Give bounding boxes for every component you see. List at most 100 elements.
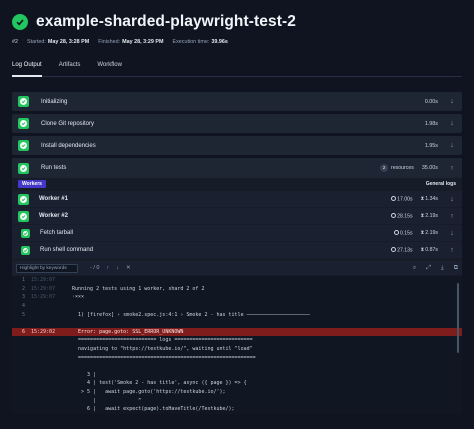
- log-text: ========================================…: [72, 354, 256, 361]
- log-line-error: 6 15:29:02 Error: page.goto: SSL_ERROR_UN…: [12, 327, 462, 337]
- clock-icon: [391, 195, 397, 201]
- run-number: #2: [12, 39, 18, 45]
- tab-bar: Log Output Artifacts Workflow: [12, 62, 462, 77]
- workers-tab[interactable]: Workers: [18, 179, 46, 188]
- check-icon: [18, 193, 29, 205]
- arrow-down-icon[interactable]: ↓: [448, 142, 456, 149]
- arrow-down-icon[interactable]: ↓: [448, 98, 456, 105]
- log-timestamp: 15:29:07: [31, 285, 56, 292]
- started-time: May 28, 3:28 PM: [47, 39, 90, 45]
- log-line: 2 15:29:07 Running 2 tests using 1 worker,…: [12, 285, 462, 294]
- log-text: 4 | test('Smoke 2 - has title', async ({…: [72, 380, 247, 387]
- log-toolbar: Highlight by keywords - / 0 ↑ ↓ ✕ ⌕ ⤢ ⤓ …: [12, 261, 462, 275]
- log-line: 3 15:29:07 ·×××: [12, 293, 462, 302]
- step-initializing[interactable]: Initializing 0.00s ↓: [12, 92, 462, 111]
- arrow-up-icon[interactable]: ↑: [448, 165, 456, 172]
- log-line: navigating to "https://testkube.io/", wa…: [12, 345, 462, 354]
- log-text: Running 2 tests using 1 worker, shard 2 …: [72, 285, 205, 292]
- finished-time: May 28, 3:29 PM: [122, 39, 164, 45]
- log-text: > 5 | await page.goto('https://testkube.…: [72, 389, 226, 396]
- close-icon[interactable]: ✕: [126, 265, 131, 271]
- arrow-up-icon[interactable]: ↑: [448, 247, 456, 254]
- log-line: 5 1) [firefox] › smoke2.spec.js:4:1 › Sm…: [12, 310, 462, 319]
- general-logs-link[interactable]: General logs: [426, 181, 456, 187]
- check-icon: [18, 210, 29, 222]
- arrow-down-icon[interactable]: ↓: [448, 196, 456, 203]
- step-install-deps[interactable]: Install dependencies 1.95s ↓: [12, 136, 462, 155]
- arrow-down-icon[interactable]: ↓: [116, 265, 119, 271]
- page-title: example-sharded-playwright-test-2: [36, 13, 296, 30]
- check-icon: [21, 245, 30, 255]
- log-line-number: 5: [21, 311, 25, 318]
- worker-row-1[interactable]: Worker #1 17.00s ⧗1.34s ↓: [12, 191, 462, 207]
- substep-fetch-tarball[interactable]: Fetch tarball 0.15s ⧗2.19s ↓: [12, 225, 462, 241]
- clock-icon: [391, 246, 397, 252]
- check-icon: [18, 118, 29, 129]
- arrow-down-icon[interactable]: ↓: [448, 120, 456, 127]
- log-line: ========================== logs ========…: [12, 336, 462, 345]
- step-clone-git[interactable]: Clone Git repository 1.98s ↓: [12, 114, 462, 133]
- match-counter: - / 0: [90, 265, 100, 271]
- log-line: 4 | test('Smoke 2 - has title', async ({…: [12, 379, 462, 388]
- check-icon: [18, 140, 29, 151]
- worker-row-2[interactable]: Worker #2 28.15s ⧗2.19s ↑: [12, 208, 462, 224]
- log-line-number: 6: [21, 328, 25, 335]
- log-line-number: 2: [21, 285, 25, 292]
- log-line: ========================================…: [12, 353, 462, 362]
- log-line: 7 | });: [12, 414, 462, 415]
- log-text: navigating to "https://testkube.io/", wa…: [72, 346, 253, 353]
- log-timestamp: 15:29:07: [31, 277, 56, 284]
- log-text: 6 | await expect(page).toHaveTitle(/Test…: [72, 406, 235, 413]
- hourglass-icon: ⧗: [420, 229, 425, 236]
- substep-run-shell[interactable]: Run shell command 27.13s ⧗0.87s ↑: [12, 242, 462, 258]
- log-line: 1 15:29:07: [12, 276, 462, 285]
- copy-icon[interactable]: ⧉: [454, 265, 458, 272]
- check-icon: [21, 228, 30, 238]
- hourglass-icon: ⧗: [420, 195, 425, 202]
- hourglass-icon: ⧗: [420, 212, 425, 219]
- success-status-icon: [12, 14, 28, 30]
- log-line: | ^: [12, 396, 462, 405]
- clock-icon: [391, 212, 397, 218]
- download-icon[interactable]: ⤓: [441, 265, 444, 272]
- log-text: | ^: [72, 397, 142, 404]
- tab-workflow[interactable]: Workflow: [97, 62, 122, 76]
- expand-icon[interactable]: ⤢: [426, 265, 431, 272]
- log-text: Error: page.goto: SSL_ERROR_UNKNOWN: [72, 328, 184, 335]
- keyword-search-input[interactable]: Highlight by keywords: [16, 263, 78, 273]
- resources-badge: 2 resources: [380, 164, 414, 172]
- log-text: 1) [firefox] › smoke2.spec.js:4:1 › Smok…: [72, 311, 310, 318]
- run-tests-panel: Run tests 2 resources 35.00s ↑ Workers G…: [12, 158, 462, 414]
- arrow-down-icon[interactable]: ↓: [448, 230, 456, 237]
- log-line-number: 4: [21, 303, 25, 310]
- log-line: 6 | await expect(page).toHaveTitle(/Test…: [12, 405, 462, 414]
- arrow-up-icon[interactable]: ↑: [106, 265, 109, 271]
- log-text: ========================== logs ========…: [72, 337, 253, 344]
- log-timestamp: 15:29:07: [31, 294, 56, 301]
- execution-meta: #2 Started: May 28, 3:28 PM Finished: May …: [12, 39, 228, 45]
- log-line-number: 3: [21, 294, 25, 301]
- log-text: ·×××: [72, 294, 85, 301]
- search-icon[interactable]: ⌕: [413, 265, 416, 272]
- check-icon: [18, 162, 29, 174]
- check-icon: [18, 96, 29, 107]
- tab-log-output[interactable]: Log Output: [12, 62, 42, 77]
- log-line: 3 |: [12, 371, 462, 380]
- log-line-number: 1: [21, 277, 25, 284]
- execution-header: example-sharded-playwright-test-2 #2 Sta…: [12, 12, 462, 45]
- step-run-tests[interactable]: Run tests 2 resources 35.00s ↑: [12, 158, 462, 178]
- log-line: > 5 | await page.goto('https://testkube.…: [12, 388, 462, 397]
- log-text: 3 |: [72, 371, 97, 378]
- log-output: 1 15:29:07 2 15:29:07 Running 2 tests using …: [12, 276, 462, 414]
- clock-icon: [393, 229, 399, 235]
- arrow-up-icon[interactable]: ↑: [448, 213, 456, 220]
- hourglass-icon: ⧗: [420, 246, 425, 253]
- workers-bar: Workers General logs: [12, 179, 462, 188]
- log-timestamp: 15:29:02: [31, 328, 56, 335]
- log-line: 4: [12, 302, 462, 311]
- execution-time: 39.96s: [211, 39, 228, 45]
- tab-artifacts[interactable]: Artifacts: [59, 62, 81, 76]
- log-scrollbar[interactable]: [457, 283, 459, 353]
